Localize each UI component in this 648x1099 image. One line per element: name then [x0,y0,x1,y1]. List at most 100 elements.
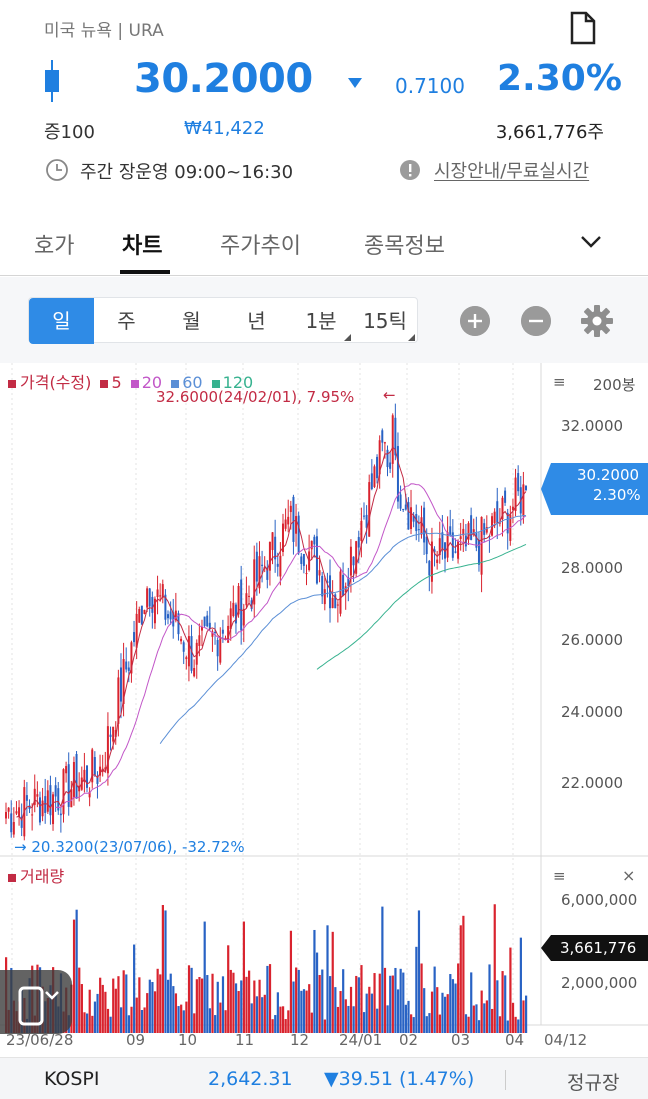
chart-area[interactable]: 가격(수정) 5 20 60 120 ≡ 200봉 32.6000(24/02/… [0,363,648,1055]
market-info-link[interactable]: 시장안내/무료실시간 [434,157,589,183]
candle-body [240,579,243,631]
candle-body [54,785,57,797]
floating-window-button[interactable] [0,970,72,1034]
candle-body [41,800,44,817]
period-year[interactable]: 년 [224,298,289,344]
volume-bar [318,974,321,1033]
candle-body [49,785,52,816]
volume-bar [443,996,447,1033]
legend-swatch [8,873,16,882]
volume-bar [454,983,457,1033]
candle-body [271,532,274,551]
tab-chart[interactable]: 차트 [122,228,162,260]
candle-body [287,516,290,525]
trade-volume: 3,661,776주 [495,122,604,143]
volume-bar [182,1010,185,1033]
volume-bar [417,910,421,1033]
volume-bar [470,972,473,1033]
price-change: 0.7100 [395,74,465,98]
volume-bar [203,921,206,1033]
candle-body [18,807,21,817]
plus-circle-icon[interactable] [460,306,490,336]
candle-icon [45,60,59,102]
price-axis-label: 22.0000 [561,774,624,792]
period-month[interactable]: 월 [159,298,224,344]
volume-bar [373,973,376,1033]
close-icon[interactable]: × [622,866,635,885]
volume-bar [211,973,214,1033]
high-arrow-icon: ← [383,386,396,404]
volume-bar [96,993,99,1033]
candle-body [525,485,527,491]
volume-bar [125,974,128,1033]
x-axis-label: 11 [235,1031,255,1049]
volume-bar [174,993,178,1033]
volume-bar [386,1005,389,1033]
bars-menu-icon[interactable]: ≡ [553,373,566,391]
chevron-down-icon[interactable] [578,232,604,250]
volume-bar [381,906,384,1033]
candle-body [198,635,201,646]
minus-circle-icon[interactable] [521,306,551,336]
x-axis-label: 24/01 [339,1031,383,1049]
index-ticker[interactable]: KOSPI 2,642.31 ▼39.51 (1.47%) 정규장 [0,1057,648,1099]
tab-stock-info[interactable]: 종목정보 [364,228,445,260]
volume-bar [446,994,449,1033]
volume-bar [151,981,154,1033]
volume-bar [430,991,434,1033]
volume-bar [219,1002,222,1033]
volume-bar [477,1020,481,1033]
candle-body [522,484,525,517]
period-15tick[interactable]: 15틱 [353,298,417,344]
volume-bar [491,1008,494,1033]
candle-body [415,514,418,532]
volume-bar [227,945,230,1033]
volume-bar [441,992,444,1033]
gear-icon[interactable] [580,304,614,338]
volume-bar [425,1016,428,1033]
x-axis-label: 03 [451,1031,471,1049]
candle-body [46,790,49,812]
period-day[interactable]: 일 [29,298,94,344]
price-axis-label: 32.0000 [561,417,624,435]
volume-bar [83,1012,86,1033]
dropdown-mark [408,334,415,341]
period-1min[interactable]: 1분 [289,298,353,344]
candle-body [133,632,136,643]
volume-bar [276,992,279,1033]
volume-bar [509,947,512,1033]
volume-legend-label: 거래량 [20,867,65,886]
tab-bar: 호가 차트 주가추이 종목정보 [0,210,648,276]
down-arrow-icon [348,78,362,88]
volume-bar [99,977,102,1033]
candle-body [383,442,386,444]
volume-bar [525,995,528,1033]
candle-body [454,551,457,553]
volume-bar [156,968,159,1033]
volume-bar [399,968,402,1033]
candle-body [86,765,89,788]
volume-bar [200,978,204,1033]
volume-bar [368,986,371,1033]
volume-bar [281,1006,285,1033]
tab-price-trend[interactable]: 주가추이 [220,228,301,260]
volume-bar [234,983,238,1033]
candle-body [93,757,96,775]
volume-menu-icon[interactable]: ≡ [553,867,566,885]
period-week[interactable]: 주 [94,298,159,344]
candle-body [446,532,449,558]
candle-body [7,807,10,812]
tab-orderbook[interactable]: 호가 [34,228,74,260]
volume-bar [342,969,345,1033]
volume-bar [347,1005,350,1033]
volume-bar [248,970,251,1033]
volume-bar [138,977,141,1033]
candle-body [65,766,68,774]
candle-body [10,813,13,833]
price-legend-label: 가격(수정) [20,373,92,392]
volume-bar [433,966,436,1033]
document-icon[interactable] [566,10,600,46]
volume-bar [261,997,264,1033]
candle-body [459,536,462,539]
candle-body [360,520,363,541]
